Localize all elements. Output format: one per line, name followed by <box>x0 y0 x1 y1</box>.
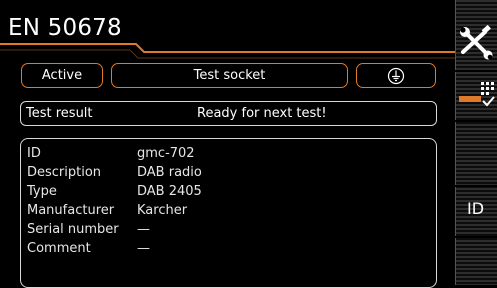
test-result-label: Test result <box>26 106 93 121</box>
sidebar-divider <box>455 185 497 187</box>
info-row-description: Description DAB radio <box>27 165 202 183</box>
protective-earth-button[interactable] <box>356 63 436 88</box>
info-value: DAB 2405 <box>137 184 202 199</box>
settings-softkey[interactable] <box>455 18 497 66</box>
info-value: — <box>137 241 150 256</box>
info-value: DAB radio <box>137 165 202 180</box>
screen: EN 50678 Active Test socket Test result … <box>0 0 497 288</box>
info-row-id: ID gmc-702 <box>27 146 195 164</box>
info-key: Serial number <box>27 222 119 237</box>
info-value: Karcher <box>137 203 188 218</box>
test-result-status: Ready for next test! <box>197 106 327 121</box>
info-key: Comment <box>27 241 91 256</box>
connection-label: Test socket <box>193 68 266 83</box>
info-value: gmc-702 <box>137 146 195 161</box>
device-info-panel[interactable]: ID gmc-702 Description DAB radio Type DA… <box>20 138 437 288</box>
info-key: Type <box>27 184 57 199</box>
info-row-manufacturer: Manufacturer Karcher <box>27 203 187 221</box>
protective-earth-icon <box>387 67 405 84</box>
connection-button[interactable]: Test socket <box>111 63 348 88</box>
info-key: Manufacturer <box>27 203 115 218</box>
test-sequence-softkey[interactable] <box>455 74 497 116</box>
mode-button[interactable]: Active <box>21 63 103 88</box>
mode-label: Active <box>41 68 83 83</box>
info-row-type: Type DAB 2405 <box>27 184 202 202</box>
info-row-serial-number: Serial number — <box>27 222 150 240</box>
id-softkey[interactable]: ID <box>455 188 497 232</box>
checklist-icon <box>459 82 495 107</box>
page-title: EN 50678 <box>8 15 122 41</box>
info-key: ID <box>27 146 41 161</box>
sidebar-divider <box>455 70 497 72</box>
test-result-bar: Test result Ready for next test! <box>20 101 437 126</box>
info-value: — <box>137 222 150 237</box>
info-row-comment: Comment — <box>27 241 150 259</box>
id-softkey-label: ID <box>467 199 485 218</box>
sidebar-divider <box>455 120 497 122</box>
info-key: Description <box>27 165 102 180</box>
tools-icon <box>460 24 493 60</box>
sidebar-divider <box>455 236 497 238</box>
